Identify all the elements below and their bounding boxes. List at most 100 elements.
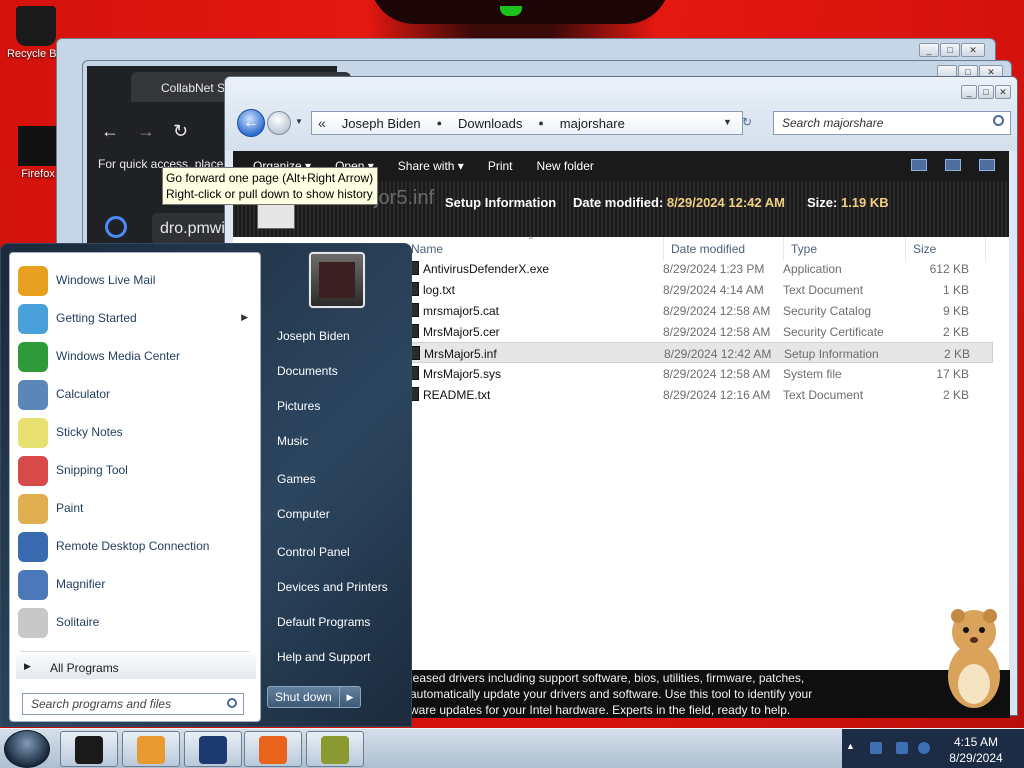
search-placeholder: Search majorshare	[782, 116, 884, 130]
start-menu-link[interactable]: Music	[277, 434, 308, 448]
start-program-item[interactable]: Calculator	[14, 377, 258, 411]
start-program-item[interactable]: Remote Desktop Connection	[14, 529, 258, 563]
recycle-bin-icon	[16, 6, 56, 46]
taskbar-app-2[interactable]	[122, 731, 180, 767]
start-menu-link[interactable]: Documents	[277, 364, 338, 378]
help-icon[interactable]	[979, 159, 995, 171]
breadcrumb-downloads[interactable]: Downloads	[458, 116, 522, 131]
start-menu-link[interactable]: Games	[277, 472, 316, 486]
start-menu-programs-pane: Windows Live Mail Getting Started ▶ Windows…	[9, 252, 261, 722]
file-size: 2 KB	[943, 347, 970, 361]
file-size: 17 KB	[936, 367, 969, 381]
maximize-button[interactable]: □	[978, 85, 994, 99]
program-label: Sticky Notes	[56, 425, 123, 439]
show-hidden-icons-icon[interactable]: ▲	[846, 741, 855, 751]
date-modified-value: 8/29/2024 12:42 AM	[666, 195, 785, 210]
taskbar-app-5[interactable]	[306, 731, 364, 767]
taskbar-app-1[interactable]	[60, 731, 118, 767]
forward-button[interactable]	[267, 111, 291, 135]
taskbar-app-3[interactable]	[184, 731, 242, 767]
details-file-type: Setup Information	[445, 195, 557, 210]
back-arrow-icon[interactable]: ←	[101, 121, 119, 142]
web-text-fragment: leased drivers including support softwar…	[410, 670, 1010, 718]
file-name: mrsmajor5.cat	[423, 304, 500, 318]
start-search-placeholder: Search programs and files	[31, 697, 172, 711]
file-type: Text Document	[783, 388, 864, 402]
share-with-button[interactable]: Share with ▾	[398, 159, 464, 173]
start-menu-link[interactable]: Devices and Printers	[277, 580, 388, 594]
clock-date: 8/29/2024	[949, 751, 1003, 765]
file-size: 9 KB	[942, 304, 969, 318]
file-date-modified: 8/29/2024 4:14 AM	[663, 283, 764, 297]
refresh-icon[interactable]: ↻	[742, 115, 752, 129]
program-label: Paint	[56, 501, 84, 515]
web-text-line-2: automatically update your drivers and so…	[410, 687, 813, 701]
start-program-item[interactable]: Snipping Tool	[14, 453, 258, 487]
program-icon	[18, 418, 48, 448]
size-value: 1.19 KB	[840, 195, 889, 210]
forward-arrow-icon[interactable]: →	[137, 121, 155, 142]
column-date-modified[interactable]: Date modified	[671, 242, 745, 256]
file-name: MrsMajor5.sys	[423, 367, 502, 381]
file-type: Security Catalog	[783, 304, 872, 318]
start-menu-link[interactable]: Default Programs	[277, 615, 370, 629]
back-button[interactable]: ←	[237, 109, 265, 137]
new-folder-button[interactable]: New folder	[537, 159, 594, 173]
start-program-item[interactable]: Windows Media Center	[14, 339, 258, 373]
start-program-item[interactable]: Windows Live Mail	[14, 263, 258, 297]
all-programs-button[interactable]: ▶ All Programs	[16, 655, 256, 679]
shutdown-button[interactable]: Shut down	[267, 686, 347, 708]
chevron-right-icon: ▶	[24, 661, 31, 671]
close-button[interactable]: ✕	[995, 85, 1011, 99]
taskbar-app-4[interactable]	[244, 731, 302, 767]
volume-icon[interactable]	[918, 742, 930, 754]
program-icon	[18, 456, 48, 486]
reload-icon[interactable]: ↻	[173, 121, 188, 142]
start-program-item[interactable]: Sticky Notes	[14, 415, 258, 449]
minimize-button[interactable]: _	[961, 85, 977, 99]
address-dropdown-icon[interactable]: ▼	[723, 117, 732, 127]
column-size[interactable]: Size	[913, 242, 936, 256]
breadcrumb-joseph-biden[interactable]: Joseph Biden	[342, 116, 421, 131]
file-type: Security Certificate	[783, 325, 884, 339]
column-name[interactable]: Name	[411, 242, 443, 256]
close-button[interactable]: ✕	[961, 43, 985, 57]
file-type: Setup Information	[784, 347, 879, 361]
tray-app-icon[interactable]	[870, 742, 882, 754]
sort-ascending-icon: ^	[529, 235, 533, 244]
user-avatar[interactable]	[309, 252, 365, 308]
column-type[interactable]: Type	[791, 242, 817, 256]
breadcrumb-separator-icon: ●	[538, 118, 544, 128]
start-search-input[interactable]: Search programs and files	[22, 693, 244, 715]
start-menu-link[interactable]: Pictures	[277, 399, 320, 413]
breadcrumb-majorshare[interactable]: majorshare	[560, 116, 625, 131]
start-menu-link[interactable]: Control Panel	[277, 545, 350, 559]
print-button[interactable]: Print	[488, 159, 513, 173]
change-view-icon[interactable]	[911, 159, 927, 171]
start-button[interactable]	[4, 730, 50, 768]
search-icon	[105, 216, 127, 238]
breadcrumb-separator-icon: ●	[436, 118, 443, 128]
program-label: Solitaire	[56, 615, 100, 629]
start-menu-link[interactable]: Computer	[277, 507, 330, 521]
start-menu-link[interactable]: Help and Support	[277, 650, 370, 664]
start-program-item[interactable]: Magnifier	[14, 567, 258, 601]
start-program-item[interactable]: Getting Started ▶	[14, 301, 258, 335]
history-dropdown-icon[interactable]: ▼	[295, 117, 303, 126]
browser-tab-title: CollabNet Se	[161, 81, 232, 95]
clock[interactable]: 4:15 AM 8/29/2024	[936, 734, 1016, 766]
preview-pane-icon[interactable]	[945, 159, 961, 171]
shutdown-options-button[interactable]: ▶	[339, 686, 361, 708]
taskbar-app-icon	[75, 736, 103, 764]
network-icon[interactable]	[896, 742, 908, 754]
address-bar[interactable]: « Joseph Biden ● Downloads ● majorshare	[311, 111, 743, 135]
start-menu-link[interactable]: Joseph Biden	[277, 329, 350, 343]
start-program-item[interactable]: Paint	[14, 491, 258, 525]
maximize-button[interactable]: □	[940, 43, 960, 57]
program-icon	[18, 380, 48, 410]
file-type: Application	[783, 262, 842, 276]
file-date-modified: 8/29/2024 12:58 AM	[663, 304, 771, 318]
minimize-button[interactable]: _	[919, 43, 939, 57]
start-program-item[interactable]: Solitaire	[14, 605, 258, 639]
search-input[interactable]: Search majorshare	[773, 111, 1011, 135]
